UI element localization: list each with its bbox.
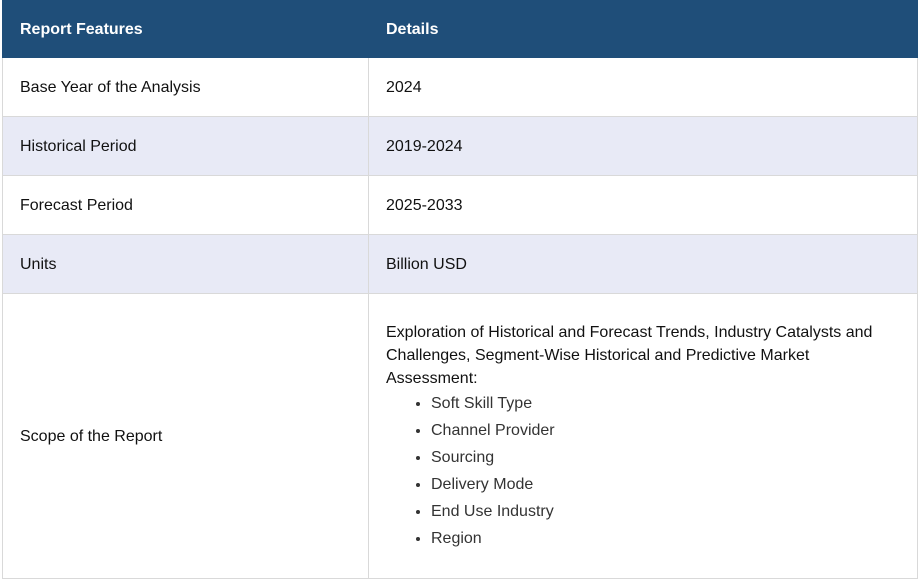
list-item: Channel Provider <box>431 417 900 444</box>
scope-intro-text: Exploration of Historical and Forecast T… <box>386 323 873 387</box>
header-details: Details <box>368 0 918 58</box>
list-item: Sourcing <box>431 444 900 471</box>
table-row: Historical Period 2019-2024 <box>2 116 918 176</box>
detail-cell: 2025-2033 <box>368 175 918 235</box>
list-item: End Use Industry <box>431 498 900 525</box>
header-report-features: Report Features <box>2 0 369 58</box>
table-header-row: Report Features Details <box>2 0 918 58</box>
report-features-table: Report Features Details Base Year of the… <box>2 0 918 579</box>
table-row: Units Billion USD <box>2 234 918 294</box>
detail-cell: 2024 <box>368 57 918 117</box>
list-item: Soft Skill Type <box>431 390 900 417</box>
feature-cell: Base Year of the Analysis <box>2 57 369 117</box>
scope-feature-cell: Scope of the Report <box>2 293 369 579</box>
list-item: Delivery Mode <box>431 471 900 498</box>
feature-cell: Historical Period <box>2 116 369 176</box>
table-row: Forecast Period 2025-2033 <box>2 175 918 235</box>
table-row: Base Year of the Analysis 2024 <box>2 57 918 117</box>
scope-list: Soft Skill Type Channel Provider Sourcin… <box>386 390 900 552</box>
list-item: Region <box>431 525 900 552</box>
detail-cell: 2019-2024 <box>368 116 918 176</box>
feature-cell: Forecast Period <box>2 175 369 235</box>
report-features-panel: Report Features Details Base Year of the… <box>0 0 918 579</box>
scope-row: Scope of the Report Exploration of Histo… <box>2 293 918 579</box>
feature-cell: Units <box>2 234 369 294</box>
scope-detail-cell: Exploration of Historical and Forecast T… <box>368 293 918 579</box>
detail-cell: Billion USD <box>368 234 918 294</box>
